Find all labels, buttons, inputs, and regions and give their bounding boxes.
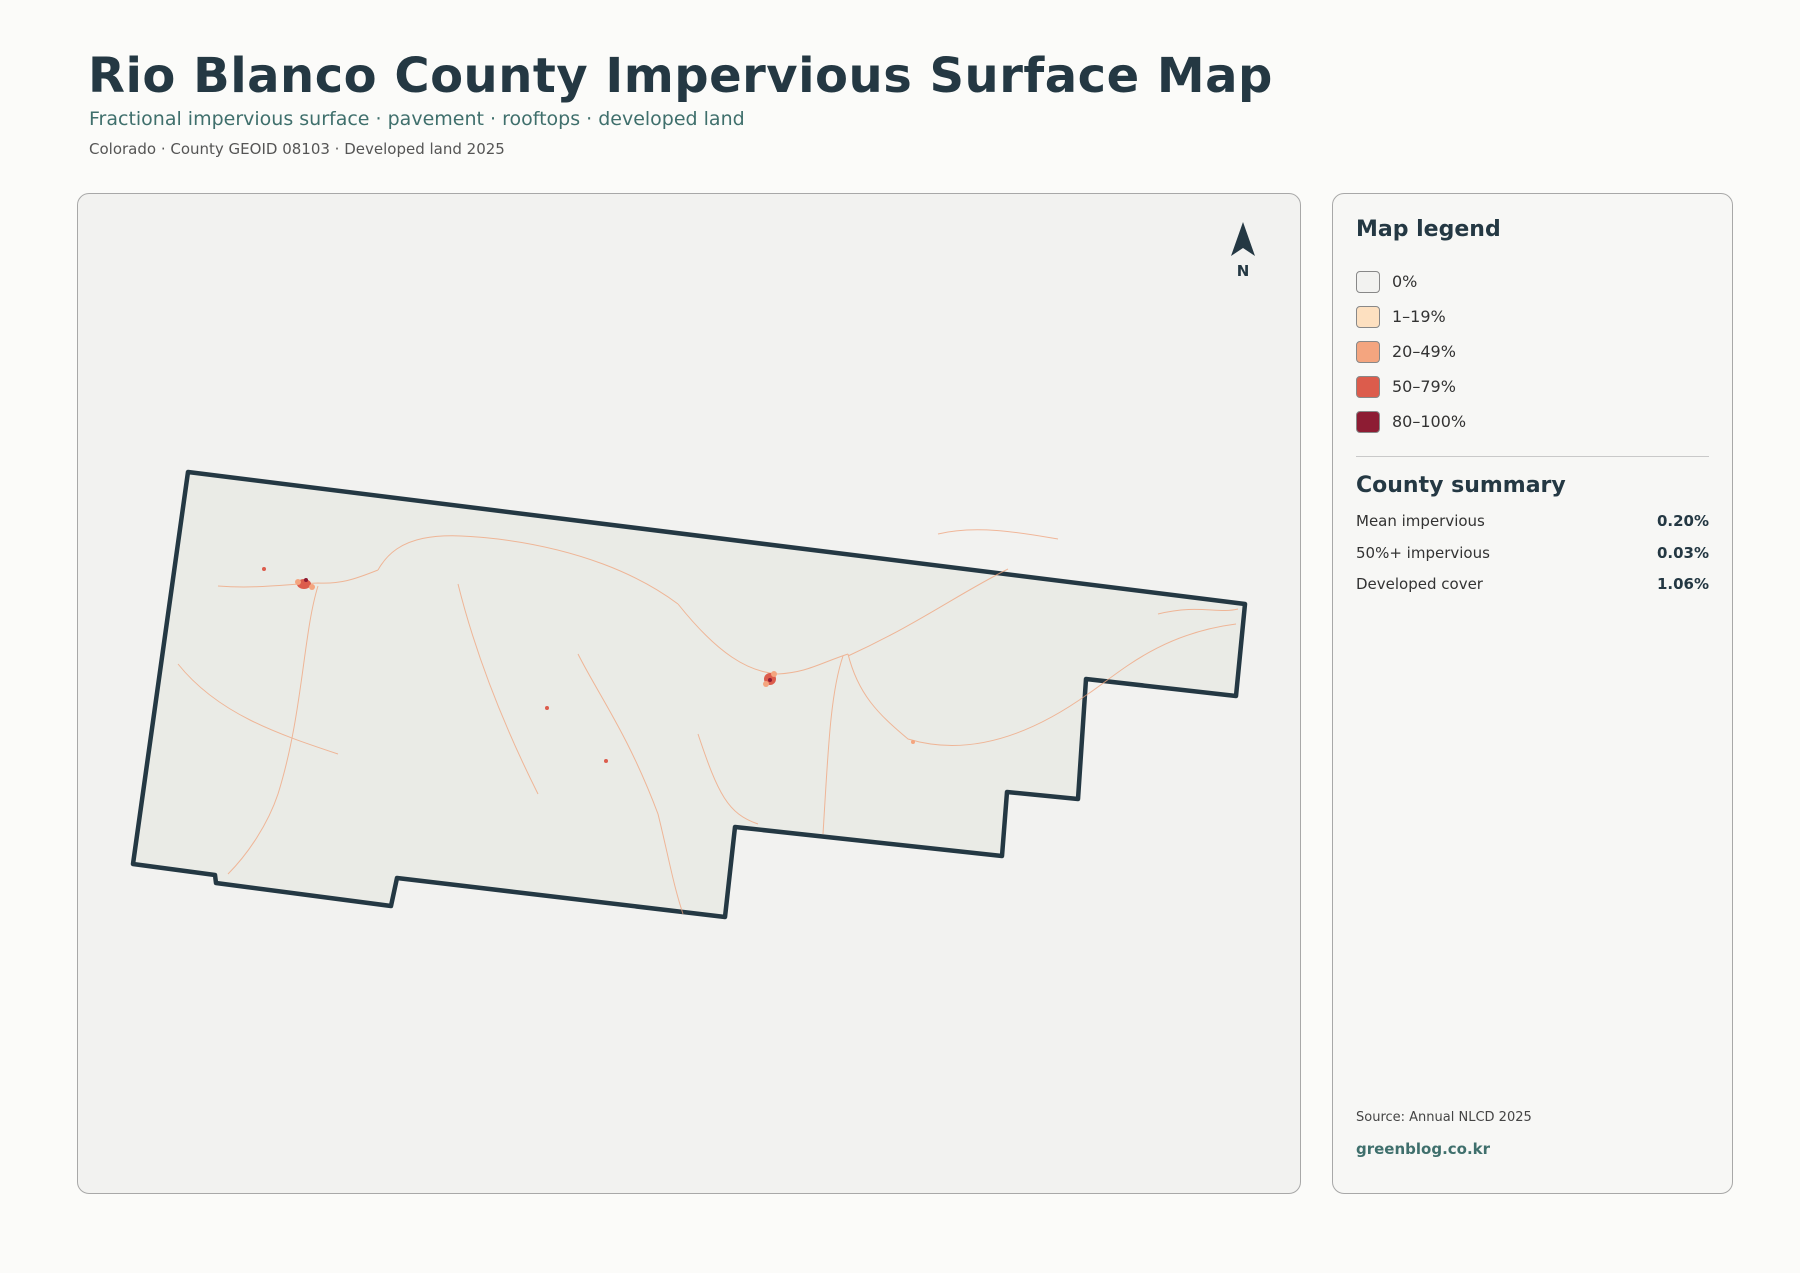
legend-list: 0% 1–19% 20–49% 50–79% 80–100%: [1356, 264, 1466, 439]
map-panel[interactable]: N: [77, 193, 1301, 1194]
legend-item: 0%: [1356, 264, 1466, 299]
legend-label: 50–79%: [1392, 377, 1456, 396]
brand-link[interactable]: greenblog.co.kr: [1356, 1140, 1490, 1158]
summary-value: 0.03%: [1656, 543, 1709, 562]
page-subtitle: Fractional impervious surface · pavement…: [89, 108, 745, 130]
summary-label: 50%+ impervious: [1356, 543, 1490, 562]
north-label: N: [1236, 262, 1250, 280]
summary-label: Developed cover: [1356, 575, 1483, 593]
page-meta: Colorado · County GEOID 08103 · Develope…: [89, 140, 505, 158]
north-arrow: N: [1228, 222, 1258, 282]
summary-table: Mean impervious 0.20% 50%+ impervious 0.…: [1356, 512, 1709, 607]
source-note: Source: Annual NLCD 2025: [1356, 1110, 1532, 1125]
summary-row: 50%+ impervious 0.03%: [1356, 544, 1709, 576]
legend-swatch: [1356, 305, 1380, 328]
legend-label: 1–19%: [1392, 307, 1446, 326]
legend-item: 80–100%: [1356, 404, 1466, 439]
legend-label: 20–49%: [1392, 342, 1456, 361]
summary-label: Mean impervious: [1356, 512, 1485, 530]
north-arrow-icon: [1231, 222, 1255, 256]
summary-row: Developed cover 1.06%: [1356, 575, 1709, 607]
legend-item: 50–79%: [1356, 369, 1466, 404]
summary-row: Mean impervious 0.20%: [1356, 512, 1709, 544]
legend-item: 1–19%: [1356, 299, 1466, 334]
legend-swatch: [1356, 270, 1380, 293]
legend-label: 80–100%: [1392, 412, 1467, 431]
legend-item: 20–49%: [1356, 334, 1466, 369]
legend-label: 0%: [1392, 272, 1418, 291]
legend-swatch: [1356, 410, 1380, 433]
side-panel: Map legend 0% 1–19% 20–49% 50–79% 80–100…: [1332, 193, 1733, 1194]
summary-value: 1.06%: [1656, 575, 1709, 593]
summary-value: 0.20%: [1656, 512, 1709, 530]
summary-title: County summary: [1356, 473, 1566, 498]
page-title: Rio Blanco County Impervious Surface Map: [88, 48, 1273, 104]
panel-divider: [1356, 456, 1709, 457]
county-map[interactable]: [78, 194, 1301, 1194]
legend-swatch: [1356, 375, 1380, 398]
legend-swatch: [1356, 340, 1380, 363]
legend-title: Map legend: [1356, 217, 1501, 242]
